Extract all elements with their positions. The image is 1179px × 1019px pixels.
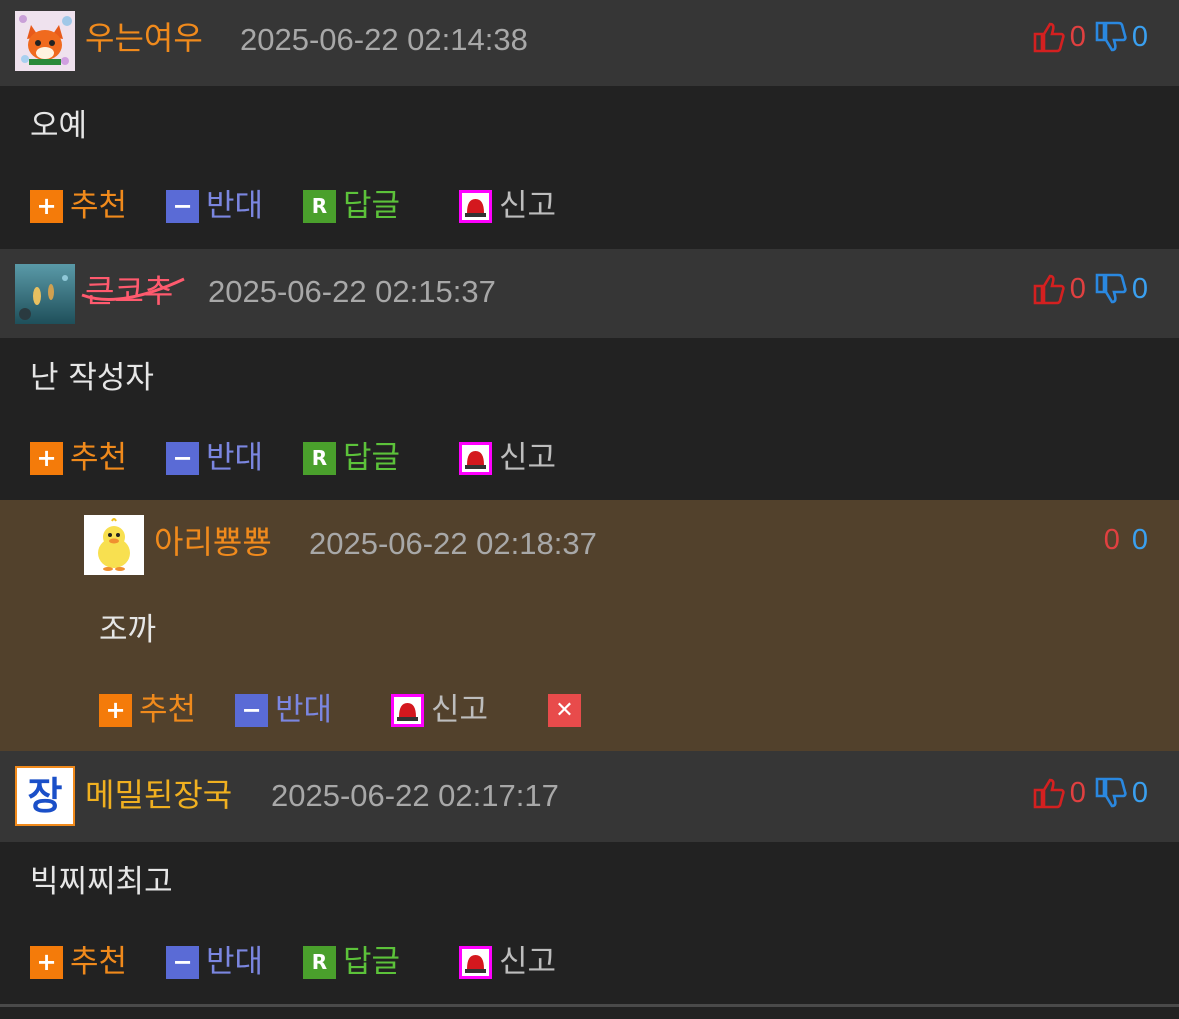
- comment-header: 큰코추 2025-06-22 02:15:37 0 0: [0, 249, 1179, 338]
- comment-text: 오예: [30, 108, 88, 144]
- jang-avatar[interactable]: 장: [15, 766, 75, 826]
- reply-button[interactable]: R 답글: [303, 186, 400, 226]
- duck-avatar[interactable]: [84, 515, 144, 575]
- comment-actions: + 추천 − 반대 신고 ✕: [99, 690, 699, 730]
- comment-actions: + 추천 − 반대 R 답글 신고: [30, 186, 630, 226]
- minus-icon: −: [166, 189, 199, 223]
- comment-date: 2025-06-22 02:14:38: [240, 22, 528, 57]
- nickname[interactable]: 메밀된장국: [85, 775, 232, 815]
- underwater-avatar[interactable]: [15, 264, 75, 324]
- upvote-count: 0: [1069, 20, 1086, 53]
- nickname[interactable]: 아리뿅뿅: [154, 522, 272, 562]
- report-button[interactable]: 신고: [459, 438, 556, 478]
- report-label: 신고: [431, 692, 489, 728]
- comment-text: 조까: [99, 612, 157, 648]
- comment-actions: + 추천 − 반대 R 답글 신고: [30, 438, 630, 478]
- reply-label: 답글: [343, 440, 401, 476]
- recommend-button[interactable]: + 추천: [30, 438, 127, 478]
- comment-text: 난 작성자: [30, 360, 154, 396]
- plus-icon: +: [30, 945, 63, 979]
- downvote-count: 0: [1131, 776, 1148, 809]
- oppose-label: 반대: [206, 188, 264, 224]
- recommend-label: 추천: [70, 440, 128, 476]
- oppose-button[interactable]: − 반대: [166, 186, 263, 226]
- report-label: 신고: [499, 440, 557, 476]
- reply-label: 답글: [343, 944, 401, 980]
- thumbs-down-icon: [1095, 777, 1127, 808]
- vote-counts: 0 0: [1032, 17, 1148, 57]
- upvote-count: 0: [1103, 523, 1120, 556]
- report-button[interactable]: 신고: [391, 690, 488, 730]
- thumbs-down-icon: [1095, 21, 1127, 52]
- vote-counts: 0 0: [1032, 269, 1148, 309]
- delete-button[interactable]: ✕: [548, 690, 588, 730]
- oppose-label: 반대: [206, 944, 264, 980]
- comment-text: 빅찌찌최고: [30, 864, 173, 900]
- oppose-button[interactable]: − 반대: [166, 942, 263, 982]
- recommend-label: 추천: [70, 944, 128, 980]
- comment-header: 장 메밀된장국 2025-06-22 02:17:17 0 0: [0, 751, 1179, 842]
- avatar-text: 장: [27, 774, 63, 818]
- divider: [0, 1004, 1179, 1007]
- plus-icon: +: [99, 693, 132, 727]
- recommend-label: 추천: [70, 188, 128, 224]
- minus-icon: −: [166, 441, 199, 475]
- comment-actions: + 추천 − 반대 R 답글 신고: [30, 942, 630, 982]
- reply-button[interactable]: R 답글: [303, 438, 400, 478]
- comment-header: 우는여우 2025-06-22 02:14:38 0 0: [0, 0, 1179, 86]
- nickname[interactable]: 우는여우: [85, 18, 203, 58]
- minus-icon: −: [235, 693, 268, 727]
- reply-icon: R: [303, 945, 336, 979]
- report-button[interactable]: 신고: [459, 186, 556, 226]
- reply-icon: R: [303, 189, 336, 223]
- recommend-button[interactable]: + 추천: [30, 942, 127, 982]
- siren-icon: [459, 945, 492, 979]
- thumbs-down-icon: [1095, 273, 1127, 304]
- downvote-count: 0: [1131, 20, 1148, 53]
- report-button[interactable]: 신고: [459, 942, 556, 982]
- report-label: 신고: [499, 188, 557, 224]
- recommend-button[interactable]: + 추천: [30, 186, 127, 226]
- vote-counts: 0 0: [1100, 520, 1148, 560]
- plus-icon: +: [30, 189, 63, 223]
- thumbs-up-icon: [1033, 778, 1065, 809]
- report-label: 신고: [499, 944, 557, 980]
- fox-avatar[interactable]: [15, 11, 75, 71]
- upvote-count: 0: [1069, 776, 1086, 809]
- oppose-label: 반대: [206, 440, 264, 476]
- downvote-count: 0: [1131, 272, 1148, 305]
- thumbs-up-icon: [1033, 22, 1065, 53]
- siren-icon: [459, 189, 492, 223]
- oppose-button[interactable]: − 반대: [166, 438, 263, 478]
- siren-icon: [459, 441, 492, 475]
- minus-icon: −: [166, 945, 199, 979]
- downvote-count: 0: [1131, 523, 1148, 556]
- plus-icon: +: [30, 441, 63, 475]
- oppose-label: 반대: [275, 692, 333, 728]
- close-icon: ✕: [548, 693, 581, 727]
- oppose-button[interactable]: − 반대: [235, 690, 332, 730]
- comment-date: 2025-06-22 02:18:37: [309, 526, 597, 561]
- reply-button[interactable]: R 답글: [303, 942, 400, 982]
- siren-icon: [391, 693, 424, 727]
- strikethrough-mark: [81, 277, 185, 301]
- comment-date: 2025-06-22 02:17:17: [271, 778, 559, 813]
- upvote-count: 0: [1069, 272, 1086, 305]
- reply-label: 답글: [343, 188, 401, 224]
- comment-date: 2025-06-22 02:15:37: [208, 274, 496, 309]
- recommend-button[interactable]: + 추천: [99, 690, 196, 730]
- recommend-label: 추천: [139, 692, 197, 728]
- reply-comment: 아리뿅뿅 2025-06-22 02:18:37 0 0 조까 + 추천 − 반대 …: [0, 500, 1179, 751]
- vote-counts: 0 0: [1032, 773, 1148, 813]
- thumbs-up-icon: [1033, 274, 1065, 305]
- reply-icon: R: [303, 441, 336, 475]
